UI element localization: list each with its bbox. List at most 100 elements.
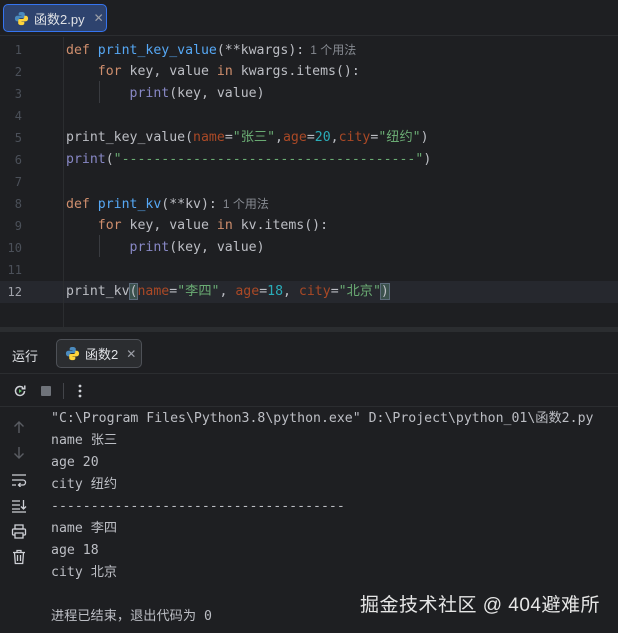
line-number: 1: [14, 43, 22, 57]
code-editor[interactable]: 1 def print_key_value(**kwargs): 1 个用法 2 fo…: [0, 37, 618, 327]
console-line: -------------------------------------: [51, 499, 345, 514]
code-token: print: [66, 152, 106, 167]
usage-hint[interactable]: 1 个用法: [223, 197, 269, 211]
code-text: for key, value in kv.items():: [66, 215, 328, 237]
code-token: print: [129, 86, 170, 101]
code-text: def print_key_value(**kwargs): 1 个用法: [66, 39, 356, 62]
code-token: name: [137, 284, 170, 299]
code-line[interactable]: 10 print(key, value): [0, 237, 618, 259]
code-token: ,: [275, 130, 283, 145]
code-text: print("---------------------------------…: [66, 149, 431, 171]
close-icon[interactable]: ✕: [126, 347, 136, 361]
toolbar-divider: [63, 383, 64, 399]
code-token: print_kv: [97, 197, 162, 212]
code-token: key, value: [129, 64, 217, 79]
code-token: ): [420, 130, 429, 145]
code-text: print_key_value(name="张三",age=20,city="纽…: [66, 127, 429, 149]
run-tab-functions2[interactable]: 函数2 ✕: [56, 339, 142, 368]
console-line: city 北京: [51, 565, 118, 580]
console-line: city 纽约: [51, 477, 118, 492]
code-line[interactable]: 6 print("--------------------------------…: [0, 149, 618, 171]
usage-hint[interactable]: 1 个用法: [310, 43, 356, 57]
watermark-text: 掘金技术社区 @ 404避难所: [359, 595, 600, 616]
more-icon[interactable]: [71, 382, 89, 400]
code-token: "纽约": [378, 130, 421, 145]
code-token: (key, value): [169, 86, 265, 101]
code-line[interactable]: 4: [0, 105, 618, 127]
rerun-icon[interactable]: [11, 382, 29, 400]
line-number: 4: [14, 109, 22, 123]
trash-icon[interactable]: [10, 548, 28, 566]
soft-wrap-icon[interactable]: [10, 471, 28, 489]
code-line[interactable]: 7: [0, 171, 618, 193]
line-number: 2: [14, 65, 22, 79]
editor-tab-label: 函数2.py: [34, 11, 85, 27]
line-number: 12: [7, 285, 22, 299]
editor-tab-functions2[interactable]: 函数2.py ✕: [3, 4, 107, 32]
code-line[interactable]: 9 for key, value in kv.items():: [0, 215, 618, 237]
run-panel-title: 运行: [12, 349, 39, 364]
line-number: 7: [14, 175, 22, 189]
code-token: print_key_value(: [66, 130, 194, 145]
indent-guide: [99, 81, 100, 103]
code-token: 18: [267, 284, 284, 299]
code-token: 20: [314, 130, 331, 145]
console-line: age 18: [51, 543, 99, 558]
code-token: city: [338, 130, 371, 145]
line-number: 8: [14, 197, 22, 211]
code-line[interactable]: 2 for key, value in kwargs.items():: [0, 61, 618, 83]
code-token: ): [423, 152, 432, 167]
code-token: print_key_value: [97, 43, 217, 58]
line-number: 11: [7, 263, 22, 277]
python-file-icon: [14, 11, 29, 25]
line-number: 6: [14, 153, 22, 167]
line-number: 3: [14, 87, 22, 101]
arrow-down-icon[interactable]: [10, 444, 28, 462]
code-token: (key, value): [169, 240, 265, 255]
code-line[interactable]: 8 def print_kv(**kv): 1 个用法: [0, 193, 618, 215]
code-token: age: [235, 284, 260, 299]
code-line[interactable]: 5 print_key_value(name="张三",age=20,city="…: [0, 127, 618, 149]
code-token: "张三": [232, 130, 276, 145]
code-token: in: [216, 218, 241, 233]
run-panel-header: 运行 函数2 ✕: [0, 332, 618, 374]
code-text: print(key, value): [66, 83, 265, 105]
console-line: name 张三: [51, 433, 118, 448]
print-icon[interactable]: [10, 522, 28, 540]
console-line: name 李四: [51, 521, 118, 536]
code-text: for key, value in kwargs.items():: [66, 61, 360, 83]
code-token: "-------------------------------------": [113, 152, 424, 167]
code-token: =: [169, 284, 178, 299]
code-line[interactable]: 1 def print_key_value(**kwargs): 1 个用法: [0, 39, 618, 61]
gutter-separator: [63, 37, 64, 327]
code-token: print_kv: [66, 284, 130, 299]
line-number: 10: [7, 241, 22, 255]
code-token: city: [298, 284, 331, 299]
code-line[interactable]: 3 print(key, value): [0, 83, 618, 105]
code-token: kwargs.items():: [240, 64, 360, 79]
code-token: (: [105, 152, 114, 167]
code-token: print: [129, 240, 170, 255]
code-text: print(key, value): [66, 237, 265, 259]
python-file-icon: [65, 346, 80, 361]
console-line: "C:\Program Files\Python3.8\python.exe" …: [51, 411, 594, 426]
code-line[interactable]: 11: [0, 259, 618, 281]
code-text: def print_kv(**kv): 1 个用法: [66, 193, 269, 216]
code-token: def: [66, 43, 98, 58]
stop-icon[interactable]: [37, 382, 55, 400]
code-token: age: [282, 130, 307, 145]
code-token: =: [224, 130, 233, 145]
indent-guide: [99, 235, 100, 257]
arrow-up-icon[interactable]: [10, 418, 28, 436]
code-token: key, value: [129, 218, 217, 233]
code-line[interactable]: 12 print_kv(name="李四", age=18, city="北京"): [0, 281, 618, 303]
run-toolbar: [0, 375, 618, 407]
code-token: =: [330, 284, 339, 299]
scroll-to-end-icon[interactable]: [10, 497, 28, 515]
matched-bracket: ): [379, 283, 390, 300]
run-tab-label: 函数2: [85, 347, 119, 362]
close-icon[interactable]: ✕: [94, 11, 104, 25]
